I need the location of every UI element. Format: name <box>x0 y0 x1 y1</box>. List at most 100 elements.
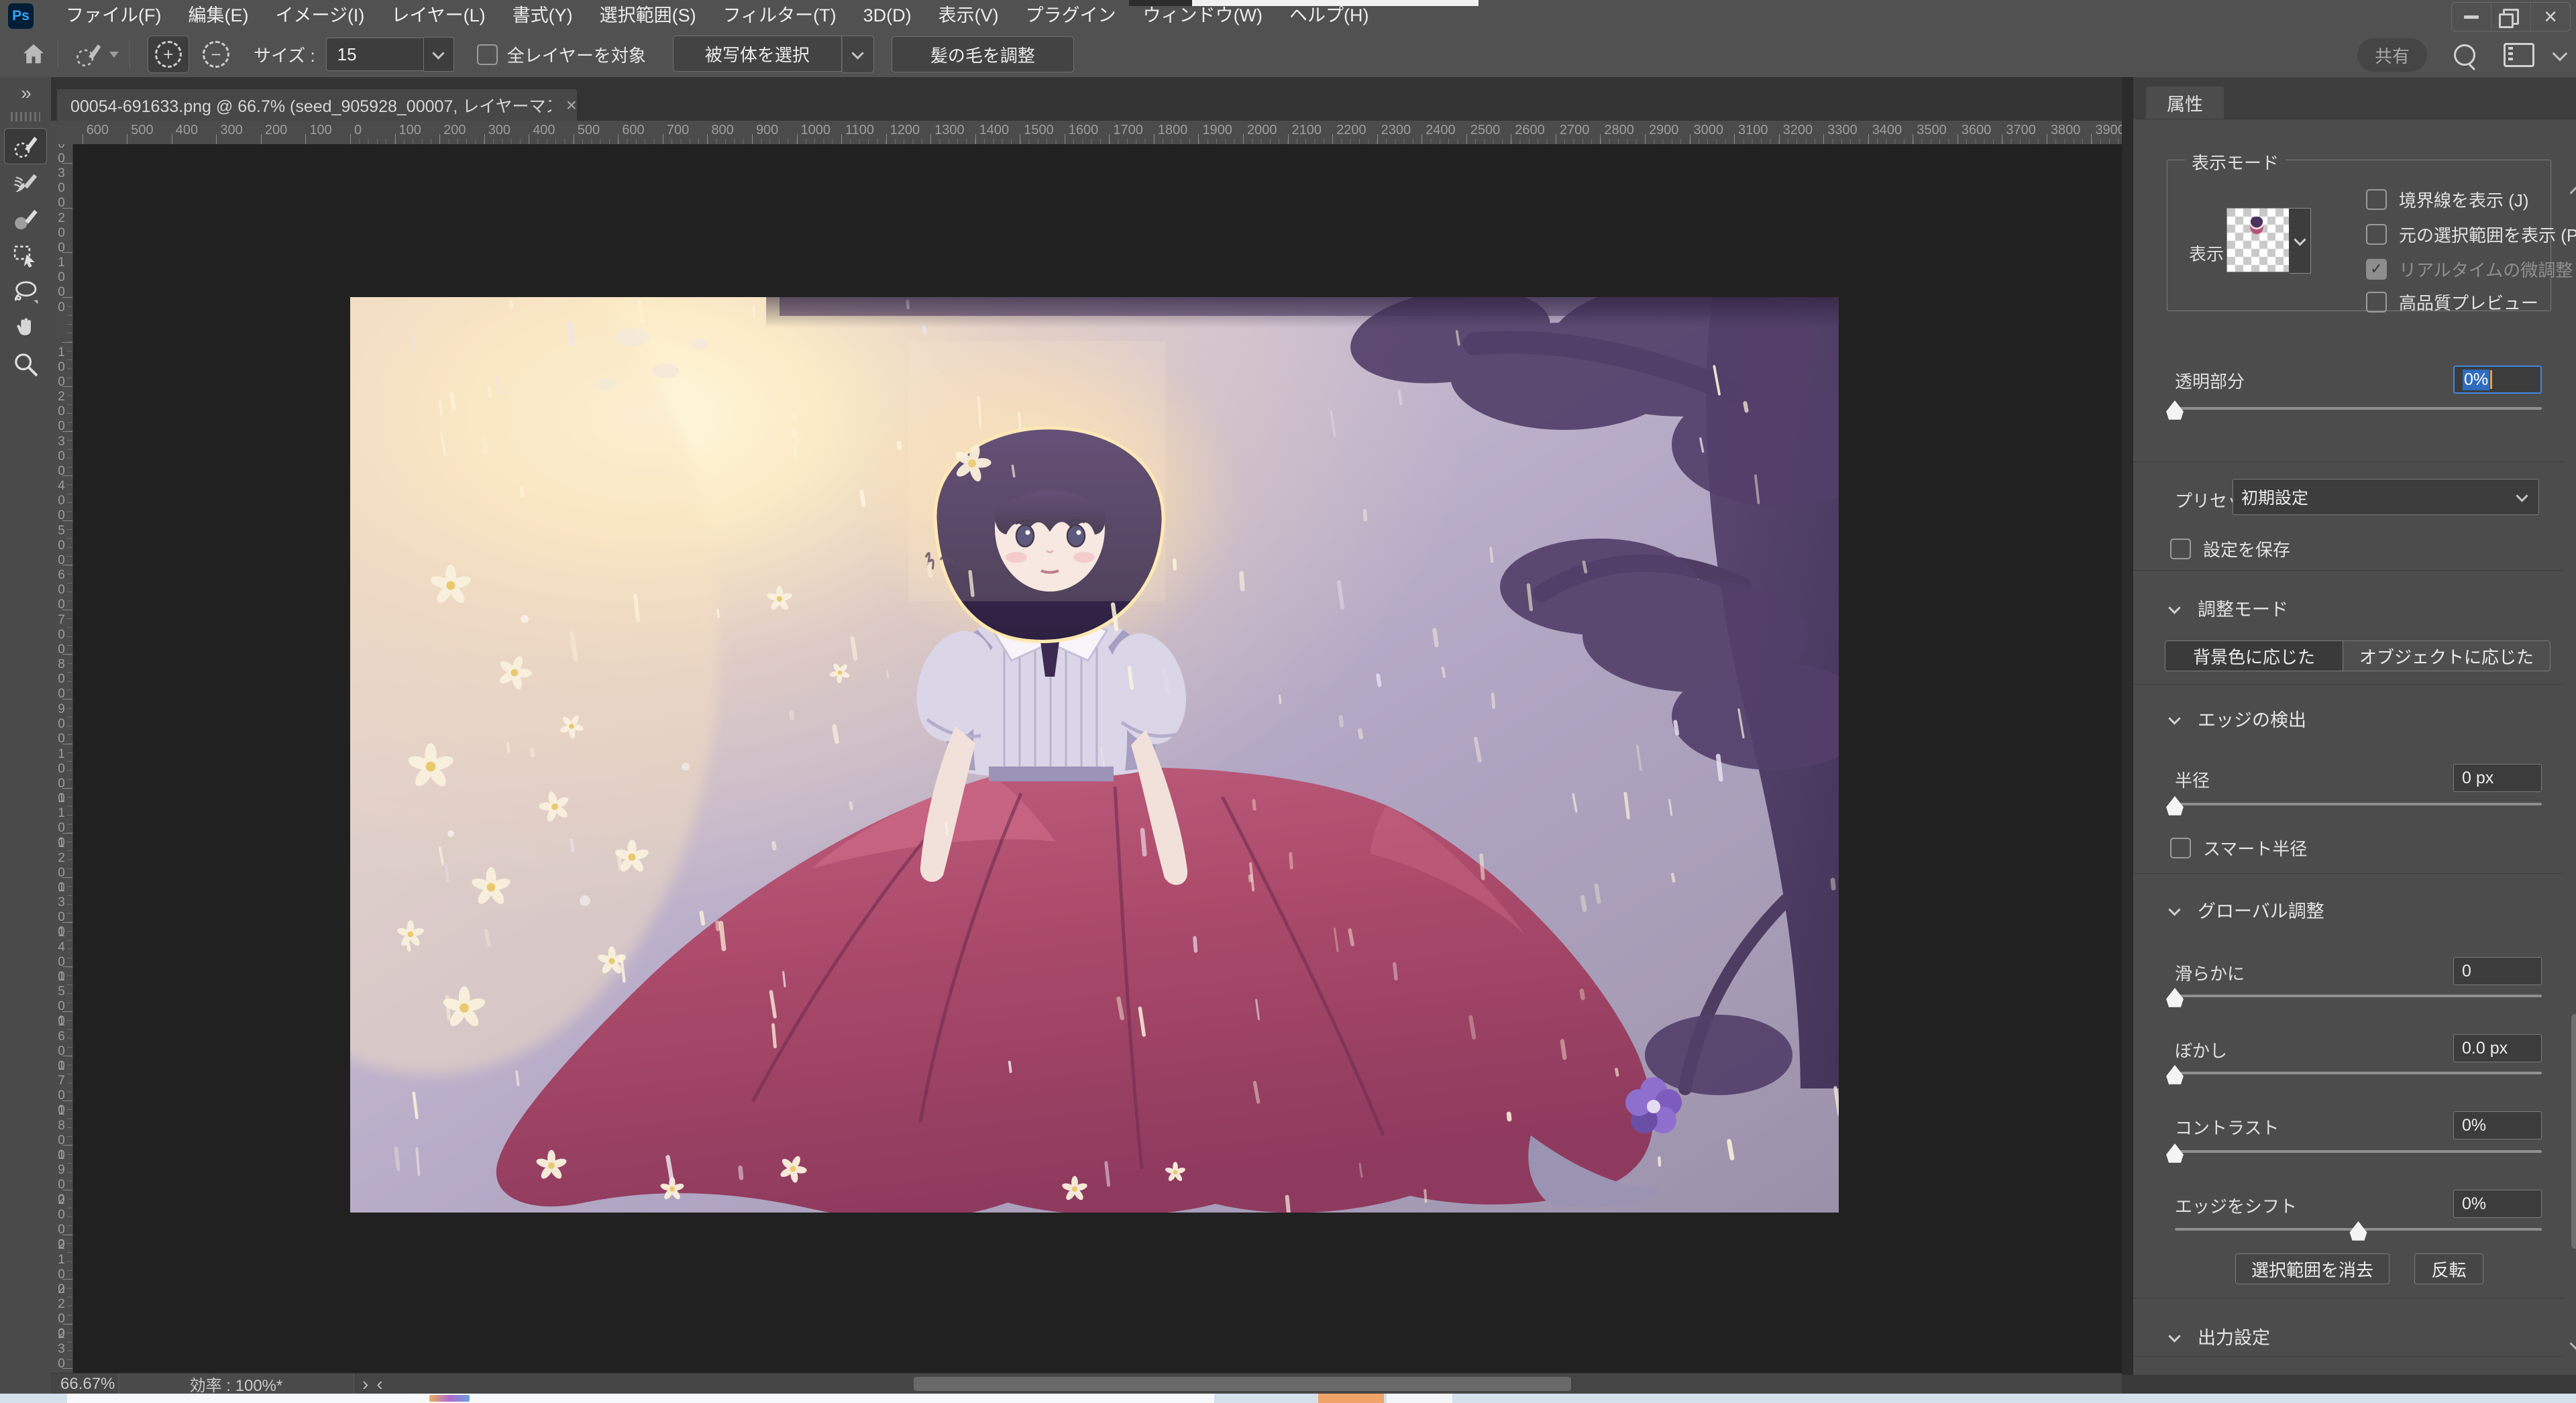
photoshop-logo[interactable]: Ps <box>8 3 34 29</box>
panel-grip[interactable] <box>11 112 40 121</box>
show-original-checkbox[interactable]: 元の選択範囲を表示 (P) <box>2366 222 2576 247</box>
expand-panel-button[interactable]: » <box>0 82 51 104</box>
close-button[interactable]: × <box>2530 3 2570 31</box>
size-dropdown-button[interactable] <box>424 37 454 72</box>
menu-item-layer[interactable]: レイヤー(L) <box>378 0 498 32</box>
zoom-percent[interactable]: 66.67% <box>60 1375 118 1394</box>
select-subject-dropdown[interactable] <box>842 36 874 73</box>
search-icon[interactable] <box>2454 44 2475 66</box>
restore-button[interactable] <box>2491 3 2530 31</box>
feather-slider[interactable] <box>2175 1065 2542 1081</box>
taskbar-segment-white <box>1387 1394 1452 1403</box>
save-settings-checkbox[interactable]: 設定を保存 <box>2170 537 2290 561</box>
workspace-switcher-icon[interactable] <box>2504 43 2534 67</box>
smooth-slider[interactable] <box>2175 988 2542 1004</box>
menu-item-type[interactable]: 書式(Y) <box>499 0 586 32</box>
ruler-corner[interactable] <box>51 121 73 145</box>
document-tab[interactable]: 00054-691633.png @ 66.7% (seed_905928_00… <box>57 89 577 121</box>
slider-track[interactable] <box>2175 407 2542 410</box>
section-edge-detection[interactable]: エッジの検出 <box>2170 706 2306 732</box>
transparency-slider[interactable] <box>2175 400 2542 416</box>
refine-edge-brush-tool[interactable] <box>5 166 46 201</box>
subtract-from-selection-button[interactable]: − <box>196 36 236 72</box>
smart-radius-checkbox[interactable]: スマート半径 <box>2170 836 2307 860</box>
slider-track[interactable] <box>2175 1072 2542 1074</box>
color-aware-button[interactable]: 背景色に応じた <box>2165 640 2343 671</box>
section-global-adjust[interactable]: グローバル調整 <box>2170 897 2324 923</box>
canvas-area[interactable]: 4003002001000100200300400500600700800900… <box>51 144 2122 1373</box>
minimize-icon <box>2464 15 2479 19</box>
slider-track[interactable] <box>2175 995 2542 997</box>
scroll-up-icon[interactable] <box>2569 184 2576 201</box>
menu-item-filter[interactable]: フィルター(T) <box>710 0 850 32</box>
contrast-slider[interactable] <box>2175 1143 2542 1160</box>
slider-track[interactable] <box>2175 1150 2542 1153</box>
minimize-button[interactable] <box>2452 3 2491 31</box>
feather-input[interactable]: 0.0 px <box>2453 1034 2542 1062</box>
h-scrollbar-thumb[interactable] <box>914 1377 1571 1391</box>
smooth-input[interactable]: 0 <box>2453 957 2542 985</box>
select-subject-group: 被写体を選択 <box>673 36 874 73</box>
lasso-tool[interactable] <box>5 274 46 309</box>
transparency-input[interactable]: 0% <box>2453 366 2542 394</box>
view-thumbnail[interactable] <box>2226 208 2290 272</box>
efficiency-indicator[interactable]: 効率 : 100%* <box>118 1373 354 1394</box>
panel-scrollbar-thumb[interactable] <box>2571 1014 2576 1249</box>
scroll-down-icon[interactable] <box>2569 1335 2576 1351</box>
menu-item-edit[interactable]: 編集(E) <box>174 0 262 32</box>
slider-thumb[interactable] <box>2165 1143 2185 1164</box>
shift-edge-slider[interactable] <box>2175 1221 2542 1237</box>
tab-close-icon[interactable]: × <box>566 95 577 116</box>
view-dropdown-button[interactable] <box>2289 208 2311 274</box>
menu-item-view[interactable]: 表示(V) <box>925 0 1012 32</box>
status-next-icon[interactable]: › <box>362 1373 368 1395</box>
slider-thumb[interactable] <box>2349 1221 2369 1241</box>
size-label: サイズ : <box>254 42 315 67</box>
object-aware-button[interactable]: オブジェクトに応じた <box>2343 640 2551 671</box>
slider-track[interactable] <box>2175 803 2542 805</box>
document-area: 00054-691633.png @ 66.7% (seed_905928_00… <box>51 77 2122 1394</box>
top-edge-light-strip <box>1192 0 1479 6</box>
chevron-down-icon[interactable] <box>2553 46 2568 62</box>
slider-thumb[interactable] <box>2165 1065 2185 1085</box>
slider-thumb[interactable] <box>2165 796 2185 816</box>
object-selection-tool[interactable] <box>5 238 46 273</box>
preset-select[interactable]: 初期設定 <box>2233 479 2539 515</box>
select-subject-button[interactable]: 被写体を選択 <box>673 36 842 72</box>
section-output-settings[interactable]: 出力設定 <box>2170 1323 2270 1349</box>
refine-hair-button[interactable]: 髪の毛を調整 <box>892 36 1074 72</box>
sample-all-layers-checkbox[interactable]: 全レイヤーを対象 <box>477 42 646 67</box>
show-edge-checkbox[interactable]: 境界線を表示 (J) <box>2366 187 2529 212</box>
status-prev-icon[interactable]: ‹ <box>376 1373 382 1395</box>
hand-tool[interactable] <box>5 311 46 345</box>
radius-slider[interactable] <box>2175 796 2542 812</box>
canvas-image[interactable] <box>350 297 1839 1213</box>
inpaint-region-overlay <box>909 341 1165 601</box>
menu-item-3d[interactable]: 3D(D) <box>850 0 925 32</box>
menu-item-select[interactable]: 選択範囲(S) <box>586 0 710 32</box>
zoom-tool[interactable] <box>5 347 46 382</box>
menu-item-image[interactable]: イメージ(I) <box>262 0 378 32</box>
slider-thumb[interactable] <box>2165 400 2185 420</box>
slider-thumb[interactable] <box>2165 988 2185 1008</box>
high-quality-preview-checkbox[interactable]: 高品質プレビュー <box>2366 290 2538 315</box>
home-icon[interactable] <box>20 41 47 68</box>
menu-item-file[interactable]: ファイル(F) <box>52 0 174 32</box>
clear-selection-button[interactable]: 選択範囲を消去 <box>2235 1253 2390 1284</box>
tool-preset-picker[interactable] <box>72 39 119 70</box>
menu-item-plugins[interactable]: プラグイン <box>1012 0 1130 32</box>
share-button[interactable]: 共有 <box>2357 38 2427 72</box>
brush-tool[interactable] <box>5 202 46 237</box>
size-input[interactable]: 15 <box>326 38 424 71</box>
invert-button[interactable]: 反転 <box>2414 1253 2483 1284</box>
quick-selection-tool[interactable] <box>4 128 47 164</box>
shift-edge-input[interactable]: 0% <box>2453 1190 2542 1218</box>
divider <box>2133 684 2563 685</box>
document-v-scrollbar[interactable] <box>2122 77 2133 1375</box>
contrast-input[interactable]: 0% <box>2453 1111 2542 1139</box>
tab-properties[interactable]: 属性 <box>2146 87 2224 119</box>
add-to-selection-button[interactable]: + <box>148 36 189 73</box>
realtime-refine-checkbox[interactable]: ✓リアルタイムの微調整 <box>2366 257 2573 282</box>
section-adjust-mode[interactable]: 調整モード <box>2170 595 2288 621</box>
radius-input[interactable]: 0 px <box>2453 764 2542 792</box>
